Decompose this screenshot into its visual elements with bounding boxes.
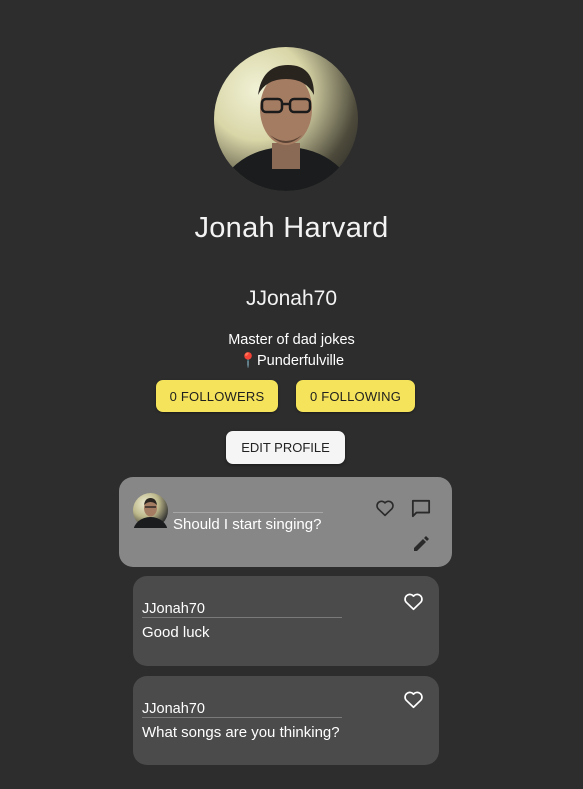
reply-text: What songs are you thinking?	[142, 724, 340, 741]
comment-icon[interactable]	[411, 499, 431, 523]
post-text: Should I start singing?	[173, 516, 322, 533]
heart-icon[interactable]	[403, 592, 424, 616]
post-author-avatar	[133, 493, 168, 545]
following-button[interactable]: 0 FOLLOWING	[296, 380, 415, 412]
profile-avatar	[214, 47, 358, 191]
reply-card: JJonah70 What songs are you thinking?	[133, 676, 439, 765]
post-card: Should I start singing?	[119, 477, 452, 567]
reply-username[interactable]: JJonah70	[142, 701, 205, 717]
profile-username: JJonah70	[245, 287, 338, 310]
profile-bio: Master of dad jokes	[228, 332, 355, 348]
reply-text: Good luck	[142, 624, 210, 641]
profile-location: 📍Punderfulville	[238, 353, 345, 369]
reply-divider	[142, 717, 342, 718]
heart-icon[interactable]	[403, 690, 424, 714]
reply-username[interactable]: JJonah70	[142, 601, 205, 617]
post-divider	[173, 512, 323, 513]
followers-button[interactable]: 0 FOLLOWERS	[156, 380, 278, 412]
edit-pencil-icon[interactable]	[412, 535, 430, 558]
heart-icon[interactable]	[375, 499, 395, 522]
profile-bio-block: Master of dad jokes 📍Punderfulville	[0, 330, 583, 372]
reply-divider	[142, 617, 342, 618]
reply-card: JJonah70 Good luck	[133, 576, 439, 666]
profile-name: Jonah Harvard	[194, 212, 389, 244]
edit-profile-button[interactable]: EDIT PROFILE	[226, 431, 345, 464]
